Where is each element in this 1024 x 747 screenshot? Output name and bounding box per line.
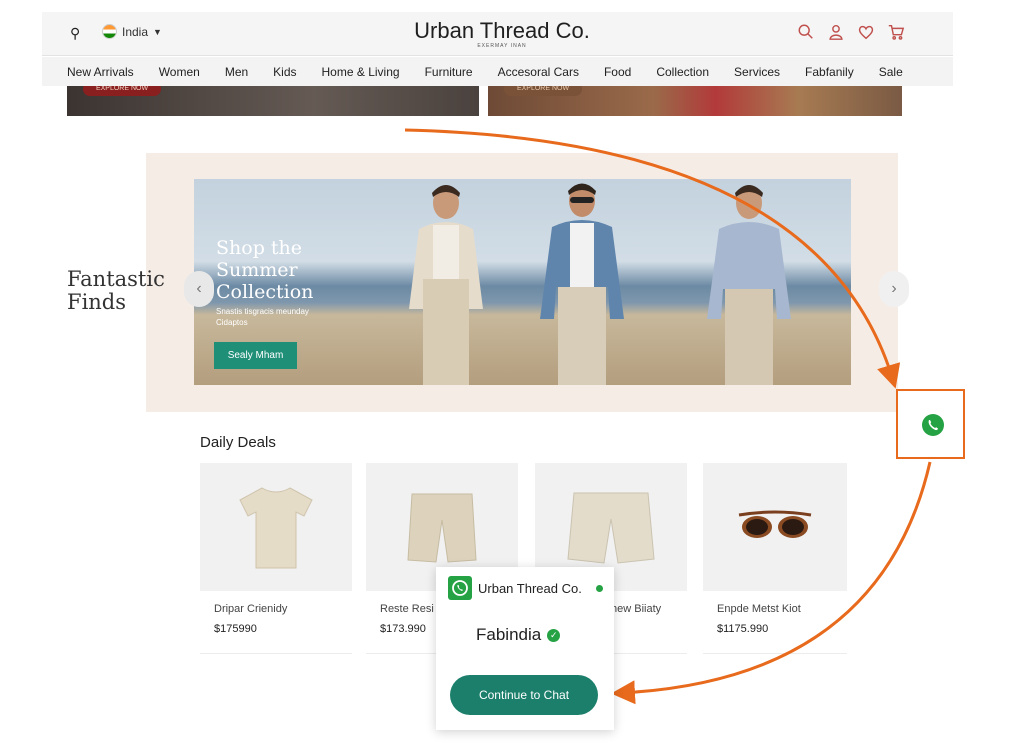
hero-carousel[interactable]: Shop the Summer Collection Snastis tisgr… <box>194 179 851 385</box>
hero-cta-button[interactable]: Sealy Mham <box>214 342 297 369</box>
nav-item-accessories[interactable]: Accesoral Cars <box>498 65 579 79</box>
hero-subtitle-line: Cidaptos <box>216 318 248 327</box>
nav-item-women[interactable]: Women <box>159 65 200 79</box>
nav-item-fabfamily[interactable]: Fabfanily <box>805 65 854 79</box>
product-name[interactable]: Enpde Metst Kiot <box>717 603 801 615</box>
hero-subtitle: Snastis tisgracis meunday Cidaptos <box>216 306 336 328</box>
header-icons <box>797 23 905 41</box>
shorts-image <box>407 493 477 563</box>
tshirt-image <box>239 487 313 569</box>
side-title-line: Fantastic <box>67 267 165 291</box>
chevron-left-icon[interactable]: ‹ <box>184 271 214 307</box>
explore-button[interactable]: EXPLORE NOW <box>83 86 161 96</box>
hero-subtitle-line: Snastis tisgracis meunday <box>216 307 309 316</box>
country-label: India <box>122 24 149 39</box>
product-image[interactable] <box>703 463 847 591</box>
popup-title-text: Fabindia <box>476 625 542 644</box>
nav-item-kids[interactable]: Kids <box>273 65 296 79</box>
country-selector[interactable]: India ▼ <box>102 24 162 39</box>
section-side-title: Fantastic Finds <box>67 268 187 314</box>
popup-title: Fabindia ✓ <box>476 625 561 645</box>
sunglasses-image <box>738 510 812 538</box>
india-flag-icon <box>102 24 117 39</box>
product-name[interactable]: Dripar Crienidy <box>214 603 287 615</box>
product-price: $175990 <box>214 623 257 635</box>
whatsapp-float-button[interactable] <box>896 389 965 459</box>
product-card[interactable]: Enpde Metst Kiot $1175.990 <box>703 463 847 654</box>
nav-item-home-living[interactable]: Home & Living <box>322 65 400 79</box>
whatsapp-chat-popup: Urban Thread Co. Fabindia ✓ Continue to … <box>436 567 614 730</box>
popup-brand-name: Urban Thread Co. <box>478 580 582 596</box>
side-title-line: Finds <box>67 290 127 314</box>
nav-item-new-arrivals[interactable]: New Arrivals <box>67 65 134 79</box>
brand-logo[interactable]: Urban Thread Co. <box>372 18 632 44</box>
user-icon[interactable] <box>827 23 845 41</box>
product-name[interactable]: hew Biiaty <box>611 603 661 615</box>
nav-item-sale[interactable]: Sale <box>879 65 903 79</box>
product-name[interactable]: Reste Resi <box>380 603 434 615</box>
product-image[interactable] <box>200 463 352 591</box>
cart-icon[interactable] <box>887 23 905 41</box>
divider <box>703 653 847 654</box>
nav-item-food[interactable]: Food <box>604 65 631 79</box>
online-status-dot <box>596 585 603 592</box>
site-header: ⚲ India ▼ Urban Thread Co. EXERMAY INAN <box>42 12 953 56</box>
nav-item-men[interactable]: Men <box>225 65 248 79</box>
hero-title-line: Collection <box>216 281 314 303</box>
top-banner-left[interactable]: EXPLORE NOW <box>67 86 479 116</box>
explore-button[interactable]: EXPLORE NOW <box>504 86 582 96</box>
popup-header: Urban Thread Co. <box>448 576 582 600</box>
search-icon[interactable] <box>797 23 815 41</box>
product-price: $173.990 <box>380 623 426 635</box>
nav-item-collection[interactable]: Collection <box>656 65 709 79</box>
nav-item-furniture[interactable]: Furniture <box>425 65 473 79</box>
shorts-image <box>567 492 655 564</box>
brand-tagline: EXERMAY INAN <box>477 43 527 49</box>
product-card[interactable]: Dripar Crienidy $175990 <box>200 463 352 654</box>
heart-icon[interactable] <box>857 23 875 41</box>
divider <box>200 653 352 654</box>
whatsapp-icon <box>448 576 472 600</box>
hero-title-line: Shop the <box>216 237 303 259</box>
daily-deals-title: Daily Deals <box>200 434 276 451</box>
model-image <box>540 183 624 385</box>
verified-icon: ✓ <box>547 628 561 642</box>
caret-down-icon: ▼ <box>153 26 162 37</box>
hero-title: Shop the Summer Collection <box>216 237 366 303</box>
whatsapp-icon <box>922 414 944 436</box>
model-image <box>707 185 791 385</box>
nav-item-services[interactable]: Services <box>734 65 780 79</box>
chevron-right-icon[interactable]: › <box>879 271 909 307</box>
hero-title-line: Summer <box>216 259 298 281</box>
continue-to-chat-button[interactable]: Continue to Chat <box>450 675 598 715</box>
location-pin-icon[interactable]: ⚲ <box>70 25 80 42</box>
product-price: $1175.990 <box>717 623 769 635</box>
main-nav: New Arrivals Women Men Kids Home & Livin… <box>42 57 953 86</box>
model-image <box>409 185 483 385</box>
top-banner-right[interactable]: EXPLORE NOW <box>488 86 902 116</box>
